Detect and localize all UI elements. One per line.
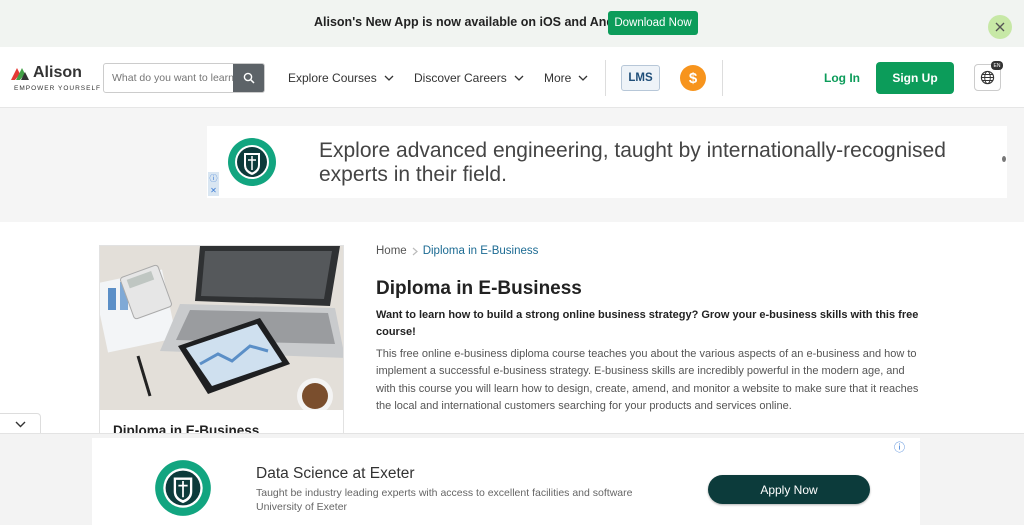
- language-selector[interactable]: EN: [974, 61, 1003, 91]
- university-seal-icon: [228, 138, 276, 186]
- breadcrumb: Home Diploma in E-Business: [376, 245, 538, 257]
- nav-explore-label: Explore Courses: [288, 71, 377, 85]
- chevron-right-icon: [412, 247, 418, 255]
- chevron-down-icon: [578, 75, 588, 81]
- nav-explore-courses[interactable]: Explore Courses: [288, 71, 394, 85]
- course-title: Diploma in E-Business: [376, 278, 582, 299]
- logo-name: Alison: [33, 64, 82, 81]
- course-card[interactable]: Diploma in E-Business: [99, 245, 344, 445]
- ad-info-icon[interactable]: ⓘ: [894, 439, 905, 455]
- bottom-advert[interactable]: Data Science at Exeter Taught be industr…: [92, 438, 920, 525]
- breadcrumb-home[interactable]: Home: [376, 245, 407, 257]
- site-header: Alison EMPOWER YOURSELF Explore Courses …: [0, 47, 1024, 108]
- university-seal-icon: [155, 460, 211, 516]
- coin-icon[interactable]: $: [680, 65, 706, 91]
- nav-divider: [722, 60, 723, 96]
- course-description: This free online e-business diploma cour…: [376, 348, 919, 412]
- app-banner: Alison's New App is now available on iOS…: [0, 0, 1024, 47]
- close-banner-button[interactable]: [988, 15, 1012, 39]
- bottom-advert-title: Data Science at Exeter: [256, 465, 415, 482]
- search-button[interactable]: [233, 64, 264, 92]
- search-icon: [243, 72, 255, 84]
- logo-tagline: EMPOWER YOURSELF: [14, 85, 102, 92]
- top-advert[interactable]: Explore advanced engineering, taught by …: [207, 126, 1007, 198]
- top-advert-text: Explore advanced engineering, taught by …: [319, 139, 946, 186]
- nav-more-label: More: [544, 71, 572, 85]
- bottom-advert-org: University of Exeter: [256, 501, 348, 513]
- signup-button[interactable]: Sign Up: [876, 62, 954, 94]
- advert-edge-dot: [1002, 156, 1006, 162]
- apply-now-button[interactable]: Apply Now: [708, 475, 870, 504]
- ad-choices-icon[interactable]: ⓘ ✕: [208, 172, 219, 196]
- close-icon: [995, 22, 1005, 32]
- chevron-down-icon: [384, 75, 394, 81]
- search-box: [103, 63, 265, 93]
- download-now-button[interactable]: Download Now: [608, 11, 698, 35]
- search-input[interactable]: [104, 64, 234, 92]
- lms-button[interactable]: LMS: [621, 65, 660, 91]
- bottom-advert-subtitle: Taught be industry leading experts with …: [256, 487, 633, 499]
- nav-discover-label: Discover Careers: [414, 71, 507, 85]
- nav-discover-careers[interactable]: Discover Careers: [414, 71, 524, 85]
- breadcrumb-current: Diploma in E-Business: [422, 245, 539, 257]
- course-section: Diploma in E-Business Home Diploma in E-…: [0, 222, 1024, 445]
- globe-icon: [980, 70, 995, 85]
- nav-divider: [605, 60, 606, 96]
- chevron-down-icon: [514, 75, 524, 81]
- alison-logo-icon: [11, 68, 29, 80]
- course-image: [100, 246, 343, 410]
- collapse-ad-button[interactable]: [0, 413, 41, 435]
- language-badge: EN: [991, 61, 1003, 70]
- chevron-down-icon: [15, 421, 25, 427]
- course-lead: Want to learn how to build a strong onli…: [376, 309, 919, 338]
- app-banner-message: Alison's New App is now available on iOS…: [314, 15, 642, 29]
- login-link[interactable]: Log In: [824, 71, 860, 85]
- nav-more[interactable]: More: [544, 71, 588, 85]
